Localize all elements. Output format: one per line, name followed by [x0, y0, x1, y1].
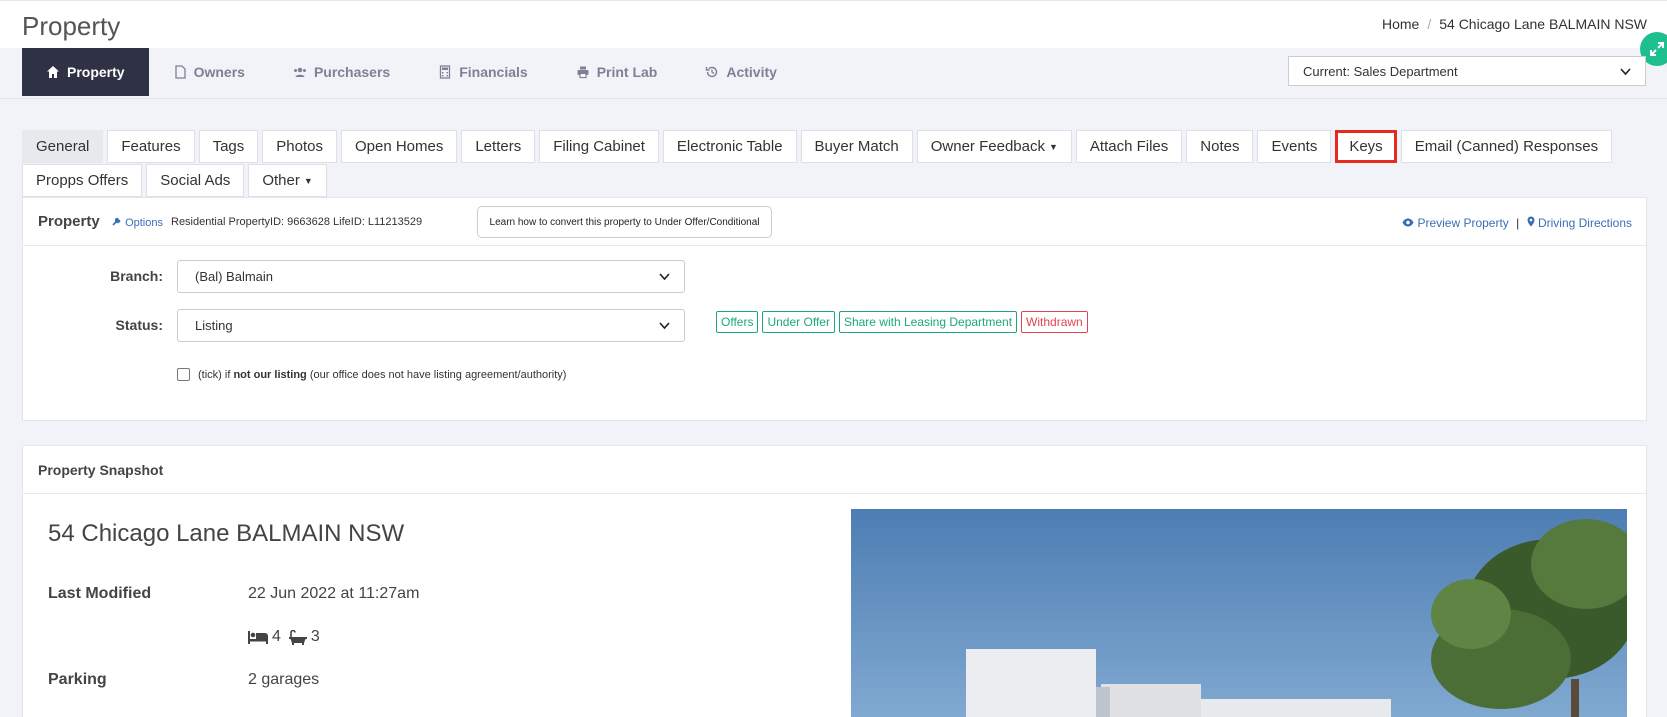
preview-property-link[interactable]: Preview Property — [1402, 216, 1512, 230]
bedroom-count: 4 — [272, 628, 281, 645]
branch-select[interactable]: (Bal) Balmain — [177, 260, 685, 293]
tab-social-ads[interactable]: Social Ads — [146, 164, 245, 197]
tab-open-homes[interactable]: Open Homes — [340, 130, 458, 163]
tab-notes[interactable]: Notes — [1186, 130, 1254, 163]
tab-general[interactable]: General — [22, 130, 104, 163]
tab-tags[interactable]: Tags — [198, 130, 259, 163]
not-our-listing-label: (tick) if not our listing (our office do… — [198, 368, 567, 381]
breadcrumb-separator: / — [1427, 16, 1432, 32]
property-panel-header: Property Options Residential PropertyID:… — [23, 198, 1646, 246]
printer-icon — [577, 66, 589, 79]
tab-letters[interactable]: Letters — [461, 130, 536, 163]
caret-down-icon: ▼ — [1048, 141, 1058, 152]
map-marker-icon — [1527, 216, 1535, 227]
tab-attach-files[interactable]: Attach Files — [1075, 130, 1183, 163]
calculator-icon — [440, 65, 451, 79]
history-icon — [706, 66, 718, 78]
breadcrumb: Home / 54 Chicago Lane BALMAIN NSW — [1382, 16, 1647, 32]
nav-purchasers[interactable]: Purchasers — [269, 48, 414, 96]
not-our-listing-row: (tick) if not our listing (our office do… — [177, 368, 566, 381]
panel-links: Preview Property | Driving Directions — [1402, 216, 1632, 230]
badge-under-offer[interactable]: Under Offer — [762, 311, 835, 333]
learn-convert-button[interactable]: Learn how to convert this property to Un… — [477, 206, 772, 238]
snapshot-panel: Property Snapshot 54 Chicago Lane BALMAI… — [22, 445, 1647, 717]
badge-share-leasing[interactable]: Share with Leasing Department — [838, 311, 1018, 333]
tab-electronic-table[interactable]: Electronic Table — [662, 130, 797, 163]
status-badges: Offers Under Offer Share with Leasing De… — [716, 311, 1088, 333]
chevron-down-icon — [659, 269, 670, 284]
last-modified-label: Last Modified — [48, 585, 152, 602]
nav-property[interactable]: Property — [22, 48, 149, 96]
property-tabs: General Features Tags Photos Open Homes … — [22, 130, 1647, 198]
nav-divider — [0, 98, 1667, 99]
snapshot-title: Property Snapshot — [38, 462, 164, 478]
nav-activity[interactable]: Activity — [681, 48, 801, 96]
nav-print-lab[interactable]: Print Lab — [552, 48, 682, 96]
snapshot-address: 54 Chicago Lane BALMAIN NSW — [48, 520, 405, 547]
link-separator: | — [1516, 216, 1520, 230]
options-link[interactable]: Options — [112, 216, 163, 229]
tab-propps-offers[interactable]: Propps Offers — [22, 164, 143, 197]
badge-offers[interactable]: Offers — [716, 311, 759, 333]
tab-events[interactable]: Events — [1257, 130, 1332, 163]
document-icon — [174, 65, 186, 79]
tab-features[interactable]: Features — [107, 130, 195, 163]
tab-other[interactable]: Other ▼ — [248, 164, 327, 197]
tab-owner-feedback[interactable]: Owner Feedback ▼ — [916, 130, 1072, 163]
property-panel: Property Options Residential PropertyID:… — [22, 197, 1647, 421]
department-select[interactable]: Current: Sales Department — [1288, 56, 1646, 86]
parking-label: Parking — [48, 671, 107, 688]
tab-filing-cabinet[interactable]: Filing Cabinet — [539, 130, 659, 163]
last-modified-value: 22 Jun 2022 at 11:27am — [248, 585, 420, 602]
tab-email-canned-responses[interactable]: Email (Canned) Responses — [1400, 130, 1613, 163]
bath-icon — [288, 629, 307, 645]
status-select[interactable]: Listing — [177, 309, 685, 342]
main-nav: Property Owners Purchasers Financials Pr… — [22, 48, 801, 96]
property-meta: Residential PropertyID: 9663628 LifeID: … — [171, 216, 423, 228]
users-icon — [293, 67, 306, 77]
bed-icon — [248, 630, 268, 644]
chevron-down-icon — [1620, 64, 1631, 79]
nav-owners[interactable]: Owners — [149, 48, 269, 96]
eye-icon — [1402, 218, 1414, 227]
top-bar: Property Home / 54 Chicago Lane BALMAIN NS… — [0, 0, 1667, 48]
driving-directions-link[interactable]: Driving Directions — [1523, 216, 1632, 230]
parking-value: 2 garages — [248, 671, 320, 688]
branch-label: Branch: — [110, 268, 163, 284]
tab-buyer-match[interactable]: Buyer Match — [800, 130, 913, 163]
caret-down-icon: ▼ — [303, 175, 313, 186]
bathroom-count: 3 — [310, 628, 320, 645]
breadcrumb-home[interactable]: Home — [1382, 16, 1419, 32]
property-panel-title: Property — [38, 213, 100, 230]
wrench-icon — [112, 217, 121, 226]
chevron-down-icon — [659, 318, 670, 333]
tab-keys[interactable]: Keys — [1335, 130, 1397, 163]
snapshot-panel-header: Property Snapshot — [23, 446, 1646, 494]
page-title: Property — [22, 11, 121, 41]
not-our-listing-checkbox[interactable] — [177, 368, 190, 381]
rooms-row: 4 3 — [248, 628, 320, 646]
tab-photos[interactable]: Photos — [262, 130, 337, 163]
property-photo[interactable] — [851, 509, 1627, 717]
status-label: Status: — [115, 317, 163, 333]
badge-withdrawn[interactable]: Withdrawn — [1021, 311, 1088, 333]
breadcrumb-current: 54 Chicago Lane BALMAIN NSW — [1439, 16, 1647, 32]
home-icon — [47, 66, 59, 78]
nav-financials[interactable]: Financials — [414, 48, 551, 96]
